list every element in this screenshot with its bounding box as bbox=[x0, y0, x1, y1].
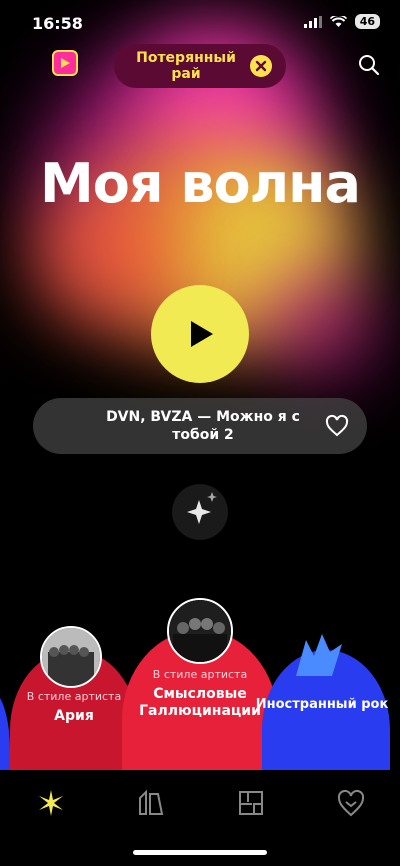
home-indicator bbox=[133, 850, 267, 855]
status-time: 16:58 bbox=[32, 14, 83, 33]
play-icon bbox=[191, 321, 213, 347]
search-icon[interactable] bbox=[358, 54, 380, 76]
card-label-aria: Ария bbox=[54, 708, 94, 724]
close-icon[interactable] bbox=[250, 55, 272, 77]
now-playing-bar[interactable]: DVN, BVZA — Можно я с тобой 2 bbox=[33, 398, 367, 454]
card-subtitle-smyslovye: В стиле артиста bbox=[152, 668, 248, 681]
card-edge-left[interactable] bbox=[0, 690, 10, 780]
lightning-icon bbox=[296, 634, 342, 676]
wifi-icon bbox=[329, 15, 347, 27]
vibe-cards: В стиле артиста Ария В стиле артиста Смы… bbox=[0, 590, 400, 780]
play-icon bbox=[61, 58, 70, 68]
status-bar: 16:58 46 bbox=[0, 0, 400, 44]
sparkle-icon[interactable] bbox=[170, 482, 230, 542]
pill-label: Потерянный рай bbox=[136, 50, 236, 82]
nav-favorites-icon[interactable] bbox=[336, 788, 366, 818]
nav-my-wave-icon[interactable] bbox=[36, 788, 66, 818]
card-subtitle-aria: В стиле артиста bbox=[26, 690, 122, 703]
heart-icon[interactable] bbox=[325, 414, 349, 438]
app-logo-icon[interactable] bbox=[52, 50, 78, 76]
status-icons: 46 bbox=[303, 14, 380, 29]
battery-indicator: 46 bbox=[354, 14, 380, 29]
nav-collection-icon[interactable] bbox=[236, 788, 266, 818]
nav-feed-icon[interactable] bbox=[136, 788, 166, 818]
card-label-foreign-rock: Иностранный рок bbox=[255, 697, 389, 712]
page-title: Моя волна bbox=[40, 152, 361, 215]
avatar-smyslovye bbox=[167, 598, 233, 664]
signal-icon bbox=[303, 15, 322, 28]
track-title: DVN, BVZA — Можно я с тобой 2 bbox=[106, 409, 300, 443]
play-button[interactable] bbox=[151, 285, 249, 383]
current-vibe-pill[interactable]: Потерянный рай bbox=[114, 44, 286, 88]
avatar-aria bbox=[40, 626, 102, 688]
